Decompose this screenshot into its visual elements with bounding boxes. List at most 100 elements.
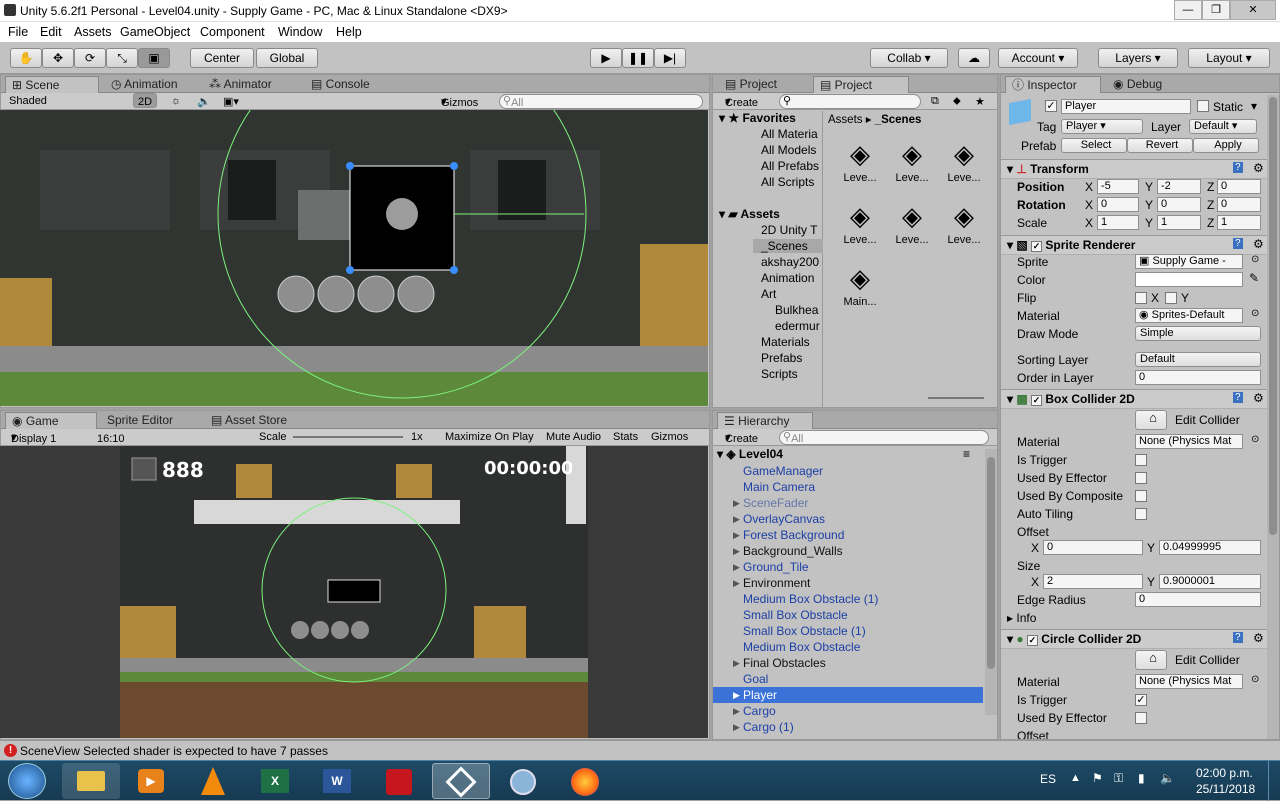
- tab-inspector[interactable]: ⓘ Inspector: [1005, 76, 1101, 93]
- hierarchy-item[interactable]: ▶ Environment: [713, 575, 983, 591]
- assets-header[interactable]: ▾ ▰ Assets: [719, 207, 780, 221]
- layout-dropdown[interactable]: Layout ▾: [1188, 48, 1270, 68]
- pivot-toggle[interactable]: Center: [190, 48, 254, 68]
- hierarchy-item[interactable]: Small Box Obstacle: [713, 607, 983, 623]
- explorer-taskbar-icon[interactable]: [62, 763, 120, 799]
- transform-header[interactable]: ▾ ⊥ Transform ? ⚙: [1001, 159, 1279, 179]
- object-picker-icon[interactable]: ⊙: [1251, 674, 1259, 685]
- favorite-star-icon[interactable]: ★: [975, 95, 985, 108]
- settings-gear-icon[interactable]: ⚙: [1253, 237, 1264, 251]
- settings-gear-icon[interactable]: ⚙: [1253, 391, 1264, 405]
- play-button[interactable]: ▶: [590, 48, 622, 68]
- tab-debug[interactable]: ◉ Debug: [1107, 76, 1168, 93]
- space-toggle[interactable]: Global: [256, 48, 318, 68]
- expand-arrow-icon[interactable]: ▶: [733, 514, 740, 525]
- asset-folder[interactable]: Prefabs: [761, 351, 802, 365]
- inspector-scrollbar[interactable]: [1267, 95, 1279, 739]
- tab-animation[interactable]: ◷ Animation: [105, 76, 184, 93]
- circle-material-field[interactable]: None (Physics Mat: [1135, 674, 1243, 689]
- object-picker-icon[interactable]: ⊙: [1251, 308, 1259, 319]
- game-gizmos-dropdown[interactable]: Gizmos: [651, 431, 688, 443]
- cloud-button[interactable]: ☁: [958, 48, 990, 68]
- expand-arrow-icon[interactable]: ▶: [733, 658, 740, 669]
- help-icon[interactable]: ?: [1233, 162, 1243, 173]
- box-used-by-composite-checkbox[interactable]: [1135, 490, 1147, 502]
- box-collider-enabled[interactable]: ✓: [1031, 395, 1043, 406]
- vlc-taskbar-icon[interactable]: [184, 763, 242, 799]
- scale-y-input[interactable]: 1: [1157, 215, 1201, 230]
- action-center-icon[interactable]: ⚑: [1092, 771, 1103, 785]
- box-auto-tiling-checkbox[interactable]: [1135, 508, 1147, 520]
- firefox-taskbar-icon[interactable]: [556, 763, 614, 799]
- expand-arrow-icon[interactable]: ▶: [733, 578, 740, 589]
- 2d-toggle[interactable]: 2D: [133, 93, 157, 108]
- clock-time[interactable]: 02:00 p.m.: [1196, 766, 1253, 780]
- menu-help[interactable]: Help: [336, 25, 362, 39]
- hierarchy-item[interactable]: Medium Box Obstacle (1): [713, 591, 983, 607]
- hierarchy-search-input[interactable]: ⚲ All: [779, 430, 989, 445]
- scene-file[interactable]: ◈ Leve...: [942, 139, 986, 184]
- tab-console[interactable]: ▤ Console: [305, 76, 376, 93]
- start-button[interactable]: [8, 763, 46, 799]
- transform-foldout[interactable]: ▾ ⊥ Transform: [1007, 162, 1089, 176]
- prefab-apply-button[interactable]: Apply: [1193, 138, 1259, 153]
- menu-file[interactable]: File: [8, 25, 28, 39]
- box-is-trigger-checkbox[interactable]: [1135, 454, 1147, 466]
- rotation-y-input[interactable]: 0: [1157, 197, 1201, 212]
- hierarchy-item[interactable]: ▶ Player: [713, 687, 983, 703]
- box-size-x-input[interactable]: 2: [1043, 574, 1143, 589]
- settings-gear-icon[interactable]: ⚙: [1253, 161, 1264, 175]
- gizmos-dropdown[interactable]: Gizmos ▾: [441, 95, 478, 109]
- layer-dropdown[interactable]: Default ▾: [1189, 119, 1257, 134]
- position-z-input[interactable]: 0: [1217, 179, 1261, 194]
- tab-project-1[interactable]: ▤ Project: [719, 76, 783, 93]
- menu-edit[interactable]: Edit: [40, 25, 62, 39]
- help-icon[interactable]: ?: [1233, 632, 1243, 643]
- box-offset-y-input[interactable]: 0.04999995: [1159, 540, 1261, 555]
- asset-folder-selected[interactable]: _Scenes: [753, 239, 823, 253]
- box-material-field[interactable]: None (Physics Mat: [1135, 434, 1243, 449]
- circle-used-by-effector-checkbox[interactable]: [1135, 712, 1147, 724]
- scene-file[interactable]: ◈ Leve...: [890, 139, 934, 184]
- scale-z-input[interactable]: 1: [1217, 215, 1261, 230]
- scene-search-input[interactable]: ⚲ All: [499, 94, 703, 109]
- breadcrumb-assets[interactable]: Assets: [828, 114, 863, 126]
- help-icon[interactable]: ?: [1233, 392, 1243, 403]
- active-checkbox[interactable]: ✓: [1045, 100, 1057, 112]
- layers-dropdown[interactable]: Layers ▾: [1098, 48, 1178, 68]
- collab-dropdown[interactable]: Collab ▾: [870, 48, 948, 68]
- box-edit-collider-button[interactable]: ⌂: [1135, 410, 1167, 430]
- hierarchy-item[interactable]: ▶ SceneFader: [713, 495, 983, 511]
- breadcrumb-scenes[interactable]: _Scenes: [875, 114, 922, 126]
- favorite-item[interactable]: All Prefabs: [761, 159, 819, 173]
- power-icon[interactable]: ▮: [1138, 771, 1145, 785]
- tab-scene[interactable]: ⊞ Scene: [5, 76, 99, 93]
- circle-collider-enabled[interactable]: ✓: [1026, 635, 1038, 646]
- audio-icon[interactable]: 🔈: [197, 95, 211, 108]
- position-x-input[interactable]: -5: [1097, 179, 1139, 194]
- mute-audio-toggle[interactable]: Mute Audio: [546, 431, 601, 443]
- hierarchy-item[interactable]: ▶ Background_Walls: [713, 543, 983, 559]
- flip-x-checkbox[interactable]: [1135, 292, 1147, 304]
- hierarchy-item[interactable]: Small Box Obstacle (1): [713, 623, 983, 639]
- material-field[interactable]: ◉ Sprites-Default: [1135, 308, 1243, 323]
- tab-sprite-editor[interactable]: Sprite Editor: [101, 412, 179, 429]
- circle-collider-header[interactable]: ▾ ● ✓ Circle Collider 2D ? ⚙: [1001, 629, 1279, 649]
- favorite-item[interactable]: All Scripts: [761, 175, 814, 189]
- color-swatch[interactable]: [1135, 272, 1243, 287]
- hierarchy-item[interactable]: ▶ Cargo: [713, 703, 983, 719]
- clock-date[interactable]: 25/11/2018: [1196, 782, 1255, 796]
- asset-folder[interactable]: 2D Unity T: [761, 223, 817, 237]
- box-collider-header[interactable]: ▾ ▩ ✓ Box Collider 2D ? ⚙: [1001, 389, 1279, 409]
- sprite-renderer-foldout[interactable]: ▾ ▧ ✓ Sprite Renderer: [1007, 238, 1135, 252]
- maximize-on-play-toggle[interactable]: Maximize On Play: [445, 431, 534, 443]
- acrobat-taskbar-icon[interactable]: [370, 763, 428, 799]
- game-viewport[interactable]: 888 00:00:00.0: [0, 446, 708, 738]
- circle-is-trigger-checkbox[interactable]: ✓: [1135, 694, 1147, 706]
- lighting-icon[interactable]: ☼: [171, 95, 181, 107]
- tab-game[interactable]: ◉ Game: [5, 412, 97, 429]
- scene-viewport[interactable]: [0, 110, 708, 406]
- scene-file[interactable]: ◈ Main...: [838, 263, 882, 308]
- scene-canvas[interactable]: [0, 110, 708, 406]
- hierarchy-item[interactable]: ▶ Final Obstacles: [713, 655, 983, 671]
